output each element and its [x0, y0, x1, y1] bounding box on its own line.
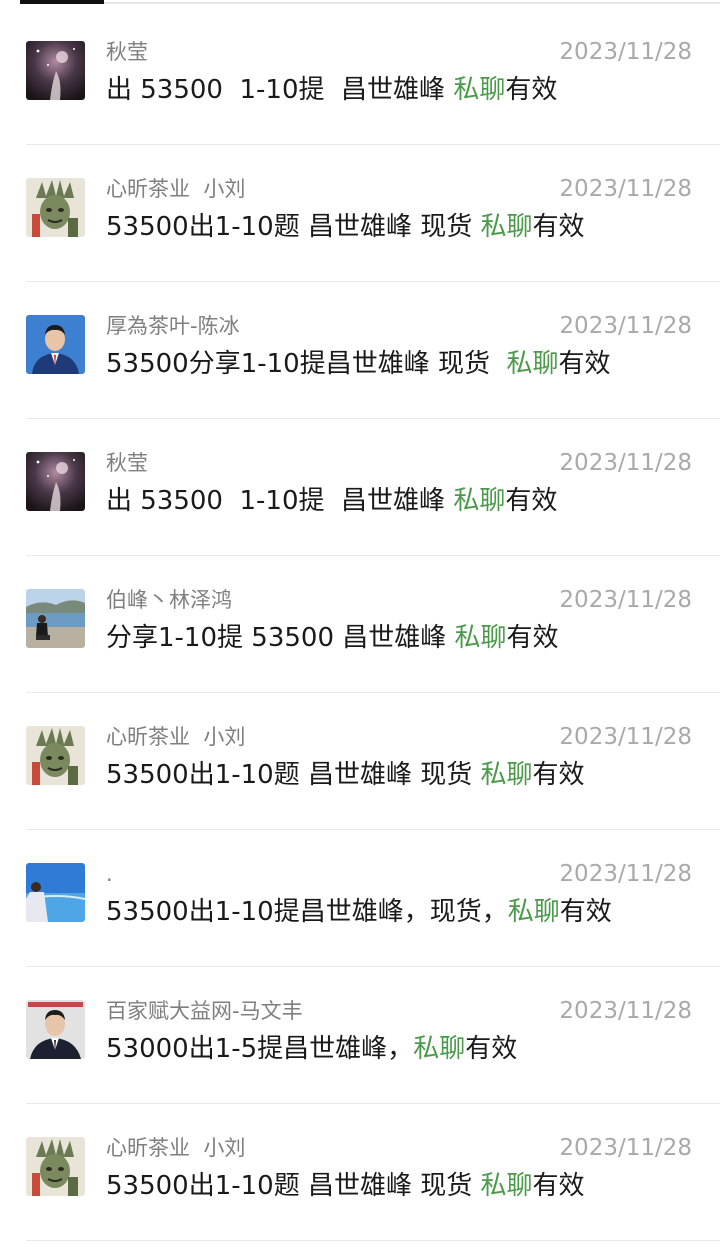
message-list: 秋莹 2023/11/28 出 53500 1-10提 昌世雄峰 私聊有效 心昕… [0, 8, 720, 1241]
private-chat-link[interactable]: 私聊 [453, 75, 505, 105]
message-date: 2023/11/28 [559, 1135, 692, 1161]
sender-name: 心昕茶业 小刘 [106, 1136, 246, 1160]
message-text-body: 分享1-10提 53500 昌世雄峰 [106, 623, 455, 653]
message-item[interactable]: 百家赋大益网-马文丰 2023/11/28 53000出1-5提昌世雄峰，私聊有… [0, 967, 720, 1104]
sender-name: 心昕茶业 小刘 [106, 177, 246, 201]
message-text-body: 53500出1-10题 昌世雄峰 现货 [106, 760, 481, 790]
statue-avatar[interactable] [26, 178, 85, 237]
message-text: 53500出1-10提昌世雄峰，现货，私聊有效 [106, 895, 612, 929]
message-text-body: 53500出1-10题 昌世雄峰 现货 [106, 212, 481, 242]
message-item[interactable]: . 2023/11/28 53500出1-10提昌世雄峰，现货，私聊有效 [0, 830, 720, 967]
message-text-body: 53500出1-10题 昌世雄峰 现货 [106, 1171, 481, 1201]
message-text-body: 53500出1-10提昌世雄峰，现货， [106, 897, 508, 927]
message-date: 2023/11/28 [559, 861, 692, 887]
message-date: 2023/11/28 [559, 39, 692, 65]
message-date: 2023/11/28 [559, 450, 692, 476]
message-text-suffix: 有效 [532, 1171, 585, 1201]
item-divider [26, 1240, 720, 1241]
message-text-suffix: 有效 [532, 760, 585, 790]
message-item[interactable]: 伯峰丶林泽鸿 2023/11/28 分享1-10提 53500 昌世雄峰 私聊有… [0, 556, 720, 693]
message-item[interactable]: 秋莹 2023/11/28 出 53500 1-10提 昌世雄峰 私聊有效 [0, 419, 720, 556]
man-suit-blue-avatar[interactable] [26, 315, 85, 374]
sender-name: 伯峰丶林泽鸿 [106, 588, 232, 612]
message-text-suffix: 有效 [559, 897, 612, 927]
message-text: 出 53500 1-10提 昌世雄峰 私聊有效 [106, 73, 557, 107]
sender-name: . [106, 862, 113, 886]
private-chat-link[interactable]: 私聊 [507, 349, 559, 379]
message-text: 分享1-10提 53500 昌世雄峰 私聊有效 [106, 621, 559, 655]
message-text-body: 出 53500 1-10提 昌世雄峰 [106, 75, 454, 105]
message-date: 2023/11/28 [559, 998, 692, 1024]
night-sky-avatar[interactable] [26, 41, 85, 100]
active-tab-indicator[interactable] [20, 0, 104, 4]
statue-avatar[interactable] [26, 1137, 85, 1196]
message-item[interactable]: 心昕茶业 小刘 2023/11/28 53500出1-10题 昌世雄峰 现货 私… [0, 1104, 720, 1241]
private-chat-link[interactable]: 私聊 [481, 760, 533, 790]
private-chat-link[interactable]: 私聊 [481, 212, 533, 242]
message-text-body: 53000出1-5提昌世雄峰， [106, 1034, 414, 1064]
private-chat-link[interactable]: 私聊 [508, 897, 560, 927]
message-text: 53500分享1-10提昌世雄峰 现货 私聊有效 [106, 347, 611, 381]
man-suit-dark-avatar[interactable] [26, 1000, 85, 1059]
message-text-suffix: 有效 [558, 349, 611, 379]
message-item[interactable]: 厚為茶叶-陈冰 2023/11/28 53500分享1-10提昌世雄峰 现货 私… [0, 282, 720, 419]
message-text: 出 53500 1-10提 昌世雄峰 私聊有效 [106, 484, 557, 518]
message-text: 53500出1-10题 昌世雄峰 现货 私聊有效 [106, 758, 585, 792]
statue-avatar[interactable] [26, 726, 85, 785]
message-date: 2023/11/28 [559, 724, 692, 750]
message-date: 2023/11/28 [559, 313, 692, 339]
message-text: 53500出1-10题 昌世雄峰 现货 私聊有效 [106, 1169, 585, 1203]
private-chat-link[interactable]: 私聊 [453, 486, 505, 516]
message-item[interactable]: 心昕茶业 小刘 2023/11/28 53500出1-10题 昌世雄峰 现货 私… [0, 145, 720, 282]
top-tab-bar [0, 0, 720, 6]
message-text-body: 出 53500 1-10提 昌世雄峰 [106, 486, 454, 516]
message-text-suffix: 有效 [505, 75, 558, 105]
night-sky-avatar[interactable] [26, 452, 85, 511]
message-item[interactable]: 秋莹 2023/11/28 出 53500 1-10提 昌世雄峰 私聊有效 [0, 8, 720, 145]
private-chat-link[interactable]: 私聊 [481, 1171, 533, 1201]
message-text-suffix: 有效 [532, 212, 585, 242]
sender-name: 秋莹 [106, 451, 148, 475]
private-chat-link[interactable]: 私聊 [455, 623, 507, 653]
message-text-suffix: 有效 [506, 623, 559, 653]
message-date: 2023/11/28 [559, 176, 692, 202]
message-text-body: 53500分享1-10提昌世雄峰 现货 [106, 349, 507, 379]
message-text-suffix: 有效 [465, 1034, 518, 1064]
private-chat-link[interactable]: 私聊 [413, 1034, 465, 1064]
sender-name: 心昕茶业 小刘 [106, 725, 246, 749]
tab-bar-divider [104, 2, 720, 4]
message-text: 53500出1-10题 昌世雄峰 现货 私聊有效 [106, 210, 585, 244]
message-text: 53000出1-5提昌世雄峰，私聊有效 [106, 1032, 517, 1066]
sender-name: 秋莹 [106, 40, 148, 64]
sender-name: 厚為茶叶-陈冰 [106, 314, 240, 338]
message-item[interactable]: 心昕茶业 小刘 2023/11/28 53500出1-10题 昌世雄峰 现货 私… [0, 693, 720, 830]
seaside-avatar[interactable] [26, 863, 85, 922]
message-date: 2023/11/28 [559, 587, 692, 613]
beach-person-avatar[interactable] [26, 589, 85, 648]
message-text-suffix: 有效 [505, 486, 558, 516]
sender-name: 百家赋大益网-马文丰 [106, 999, 303, 1023]
